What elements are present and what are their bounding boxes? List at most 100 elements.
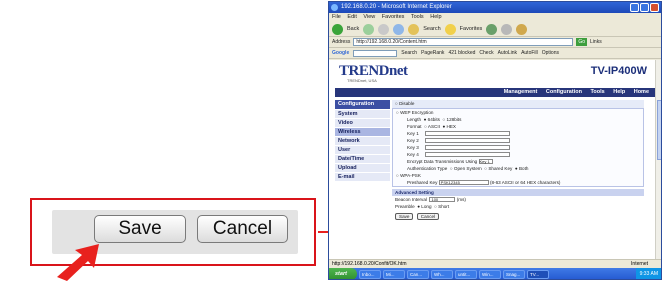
key3-input[interactable]	[425, 145, 510, 150]
menu-favorites[interactable]: Favorites	[382, 14, 405, 20]
top-nav: Management Configuration Tools Help Home	[335, 88, 655, 97]
address-input[interactable]: http://192.168.0.20/Content.htm	[353, 38, 574, 46]
task-2[interactable]: Mi...	[383, 269, 405, 279]
format-ascii-option[interactable]: ASCII	[428, 124, 440, 129]
media-icon[interactable]	[486, 23, 498, 35]
taskbar: start Inbo... Mi... Can... Wh... untit..…	[329, 268, 661, 279]
google-options[interactable]: Options	[542, 50, 559, 56]
google-autofill[interactable]: AutoFill	[521, 50, 538, 56]
task-inbox[interactable]: Inbo...	[359, 269, 381, 279]
forward-icon[interactable]	[363, 23, 375, 35]
disable-option[interactable]: Disable	[399, 101, 414, 106]
google-popup-blocked[interactable]: 421 blocked	[448, 50, 475, 56]
task-8[interactable]: TV...	[527, 269, 549, 279]
sidebar-heading: Configuration	[335, 100, 390, 109]
start-button[interactable]: start	[329, 268, 357, 279]
format-hex-option[interactable]: HEX	[447, 124, 456, 129]
page-viewport: TRENDnet TRENDnet, USA TV-IP400W Managem…	[329, 60, 655, 259]
auth-open-option[interactable]: Open System	[454, 166, 482, 171]
psk-input[interactable]: PSK12345	[438, 180, 489, 186]
status-url: http://192.168.0.20/Confit/OK.htm	[332, 261, 407, 267]
beacon-unit: (ms)	[456, 197, 466, 202]
print-icon[interactable]	[516, 23, 528, 35]
stop-icon[interactable]	[378, 23, 390, 35]
google-search-button[interactable]: Search	[401, 50, 417, 56]
key4-label: Key 4	[407, 152, 419, 157]
psk-label: Preshared Key	[407, 180, 438, 185]
back-icon[interactable]	[332, 23, 343, 35]
task-4[interactable]: Wh...	[431, 269, 453, 279]
sidebar-item-upload[interactable]: Upload	[335, 164, 390, 173]
scrollbar-thumb[interactable]	[657, 100, 661, 160]
advanced-heading: Advanced Setting	[392, 189, 644, 196]
favorites-label[interactable]: Favorites	[460, 26, 483, 32]
close-button[interactable]	[650, 3, 659, 12]
menu-tools[interactable]: Tools	[411, 14, 424, 20]
sidebar-item-wireless[interactable]: Wireless	[335, 128, 390, 137]
key1-label: Key 1	[407, 131, 419, 136]
length-64-option[interactable]: 64bits	[428, 117, 440, 122]
wpa-row: ○ WPA-PSK	[396, 173, 421, 178]
sidebar: Configuration System Video Wireless Netw…	[335, 100, 390, 182]
home-icon[interactable]	[408, 23, 420, 35]
minimize-button[interactable]	[630, 3, 639, 12]
menu-bar: File Edit View Favorites Tools Help	[329, 13, 661, 22]
sidebar-item-network[interactable]: Network	[335, 137, 390, 146]
sidebar-item-datetime[interactable]: Date/Time	[335, 155, 390, 164]
nav-help[interactable]: Help	[613, 89, 625, 95]
google-search-input[interactable]	[353, 49, 398, 57]
save-button[interactable]: Save	[395, 213, 414, 220]
key2-row: Key 2	[393, 137, 643, 144]
ie-icon	[331, 4, 338, 11]
task-6[interactable]: Win...	[479, 269, 501, 279]
sidebar-item-system[interactable]: System	[335, 110, 390, 119]
encrypt-label: Encrypt Data Transmissions Using	[407, 159, 478, 164]
sidebar-item-user[interactable]: User	[335, 146, 390, 155]
preamble-short-option[interactable]: Short	[438, 204, 449, 209]
length-row: Length ● 64bits ○ 128bits	[407, 117, 462, 122]
preamble-label: Preamble	[395, 204, 415, 209]
auth-shared-option[interactable]: Shared Key	[488, 166, 512, 171]
beacon-input[interactable]: 100	[429, 197, 456, 203]
nav-tools[interactable]: Tools	[590, 89, 604, 95]
back-label[interactable]: Back	[347, 26, 359, 32]
google-autolink[interactable]: AutoLink	[498, 50, 517, 56]
menu-file[interactable]: File	[332, 14, 341, 20]
maximize-button[interactable]	[640, 3, 649, 12]
favorites-icon[interactable]	[444, 23, 456, 35]
sidebar-item-email[interactable]: E-mail	[335, 173, 390, 182]
refresh-icon[interactable]	[393, 23, 405, 35]
search-label[interactable]: Search	[423, 26, 440, 32]
sidebar-item-video[interactable]: Video	[335, 119, 390, 128]
encrypt-key-select[interactable]: Key 1	[478, 159, 493, 165]
nav-management[interactable]: Management	[504, 89, 538, 95]
go-button[interactable]: Go	[576, 38, 588, 46]
task-7[interactable]: Snag...	[503, 269, 525, 279]
mail-icon[interactable]	[501, 23, 513, 35]
menu-edit[interactable]: Edit	[347, 14, 356, 20]
beacon-label: Beacon Interval	[395, 197, 427, 202]
auth-both-option[interactable]: Both	[519, 166, 528, 171]
cancel-button[interactable]: Cancel	[416, 213, 440, 220]
preamble-row: Preamble ● Long ○ Short	[395, 204, 450, 209]
key2-input[interactable]	[425, 138, 510, 143]
logo-subtitle: TRENDnet, USA	[347, 78, 377, 83]
menu-view[interactable]: View	[363, 14, 375, 20]
task-5[interactable]: untit...	[455, 269, 477, 279]
nav-configuration[interactable]: Configuration	[546, 89, 582, 95]
menu-help[interactable]: Help	[430, 14, 441, 20]
key3-row: Key 3	[393, 144, 643, 151]
google-pagerank[interactable]: PageRank	[421, 50, 444, 56]
preamble-long-option[interactable]: Long	[421, 204, 431, 209]
wpa-option[interactable]: WPA-PSK	[400, 173, 421, 178]
length-128-option[interactable]: 128bits	[447, 117, 462, 122]
key1-input[interactable]	[425, 131, 510, 136]
wep-option[interactable]: WEP Encryption	[400, 110, 433, 115]
task-3[interactable]: Can...	[407, 269, 429, 279]
key4-input[interactable]	[425, 152, 510, 157]
key2-label: Key 2	[407, 138, 419, 143]
nav-home[interactable]: Home	[634, 89, 649, 95]
vertical-scrollbar[interactable]	[655, 60, 661, 259]
google-check[interactable]: Check	[479, 50, 493, 56]
links-label[interactable]: Links	[590, 39, 602, 45]
